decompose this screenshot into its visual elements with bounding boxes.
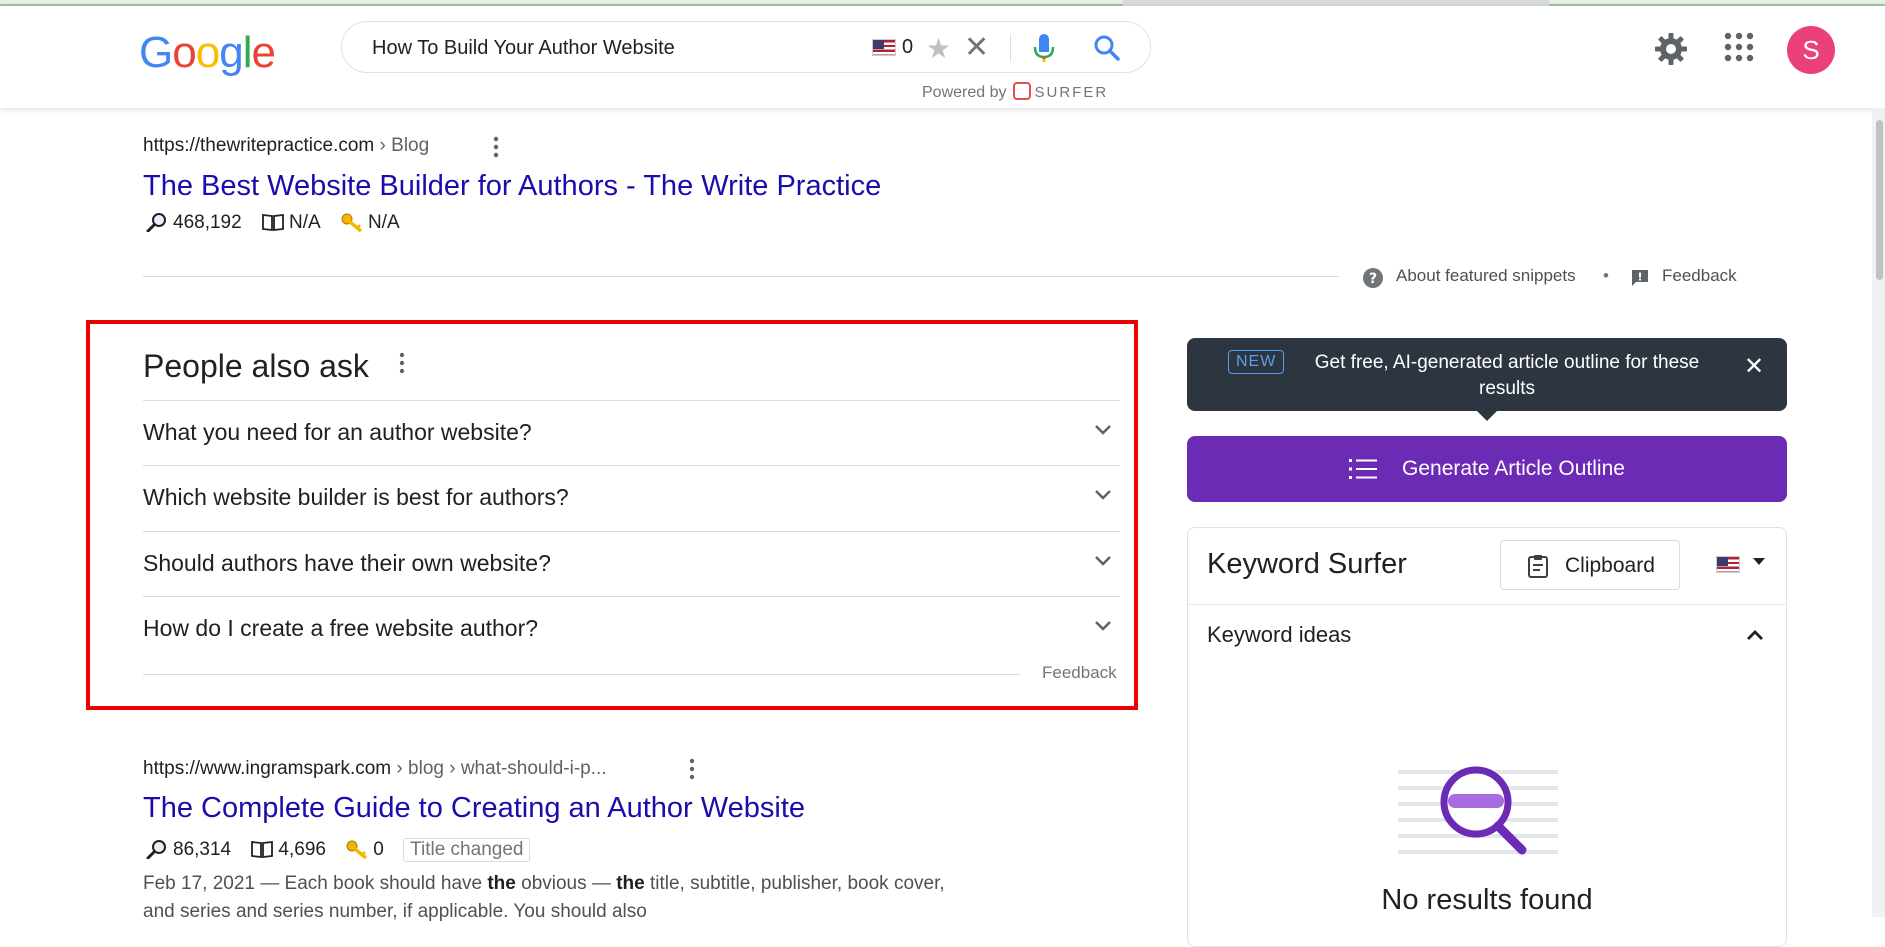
- search-header: Google 0 ★ ✕ Powered by SURFER: [0, 6, 1885, 108]
- feedback-icon[interactable]: [1630, 268, 1650, 288]
- star-icon[interactable]: ★: [926, 32, 951, 65]
- result1-cite[interactable]: https://thewritepractice.com › Blog: [143, 135, 429, 157]
- chevron-down-icon[interactable]: [1092, 550, 1114, 572]
- no-results-magnifier-icon: [1398, 766, 1558, 855]
- google-logo[interactable]: Google: [139, 28, 276, 78]
- result1-url: https://thewritepractice.com: [143, 135, 375, 156]
- logo-letter: g: [219, 28, 244, 77]
- chevron-down-icon[interactable]: [1092, 615, 1114, 637]
- book-icon: [262, 213, 284, 232]
- snippet-highlight: the: [487, 873, 516, 894]
- key-icon: [341, 213, 363, 232]
- clipboard-label: Clipboard: [1565, 554, 1655, 577]
- result2-cite[interactable]: https://www.ingramspark.com › blog › wha…: [143, 758, 607, 780]
- country-flag-icon[interactable]: [1716, 556, 1740, 573]
- list-icon: [1349, 459, 1377, 479]
- paa-question-row[interactable]: Which website builder is best for author…: [143, 465, 1120, 530]
- outline-promo-tooltip: NEW Get free, AI-generated article outli…: [1187, 338, 1787, 421]
- paa-bottom-divider: [143, 674, 1020, 675]
- result2-pages: 4,696: [278, 839, 326, 860]
- paa-question: Which website builder is best for author…: [143, 484, 569, 510]
- search-box[interactable]: 0 ★ ✕: [341, 21, 1151, 73]
- paa-feedback-link[interactable]: Feedback: [1042, 663, 1117, 683]
- result1-more-icon[interactable]: [492, 136, 500, 158]
- close-tooltip-icon[interactable]: ✕: [1744, 352, 1764, 381]
- surfer-brand: SURFER: [1034, 84, 1109, 101]
- result2-date: Feb 17, 2021: [143, 873, 255, 894]
- clipboard-icon: [1528, 555, 1548, 578]
- search-input[interactable]: [372, 35, 872, 61]
- new-badge: NEW: [1228, 350, 1285, 374]
- search-icon[interactable]: [1092, 33, 1122, 63]
- paa-title: People also ask: [143, 348, 369, 384]
- result2-snippet: Feb 17, 2021 — Each book should have the…: [143, 870, 945, 898]
- svg-text:?: ?: [1369, 271, 1377, 287]
- magnifier-icon: [146, 840, 166, 859]
- result1-metrics: 468,192 N/A N/A: [145, 212, 414, 234]
- logo-letter: G: [139, 28, 173, 77]
- snippet-text: — Each book should have: [254, 873, 488, 894]
- result1-pages: N/A: [288, 212, 321, 233]
- magnifier-icon: [146, 213, 166, 232]
- keyword-ideas-heading[interactable]: Keyword ideas: [1207, 622, 1351, 648]
- search-divider: [1010, 34, 1011, 62]
- search-count: 0: [902, 36, 914, 58]
- panel-divider: [1188, 604, 1786, 605]
- snippet-text: title, subtitle, publisher, book cover,: [644, 873, 945, 894]
- keyword-surfer-panel: Keyword Surfer Clipboard Keyword ideas N…: [1187, 527, 1787, 947]
- snippet-divider: [143, 276, 1339, 277]
- powered-by-surfer[interactable]: Powered by SURFER: [922, 82, 1108, 102]
- powered-by-label: Powered by: [922, 84, 1007, 101]
- result2-breadcrumb: › blog › what-should-i-p...: [396, 758, 607, 779]
- about-featured-snippets-link[interactable]: About featured snippets: [1396, 266, 1576, 286]
- result1-breadcrumb: › Blog: [379, 135, 430, 156]
- keyword-surfer-title: Keyword Surfer: [1207, 548, 1407, 580]
- logo-letter: o: [172, 28, 197, 77]
- paa-question-row[interactable]: What you need for an author website?: [143, 400, 1120, 465]
- logo-letter: o: [195, 28, 221, 77]
- paa-question: What you need for an author website?: [143, 419, 532, 445]
- paa-question: How do I create a free website author?: [143, 615, 539, 641]
- key-icon: [346, 840, 368, 859]
- result2-snippet-line2: and series and series number, if applica…: [143, 901, 647, 922]
- result1-volume: 468,192: [173, 212, 242, 233]
- surfer-logo-icon: [1012, 82, 1031, 100]
- result1-keys: N/A: [367, 212, 400, 233]
- logo-letter: e: [251, 28, 276, 77]
- tooltip-text: Get free, AI-generated article outline f…: [1314, 352, 1700, 399]
- clear-search-icon[interactable]: ✕: [964, 30, 989, 65]
- generate-button-label: Generate Article Outline: [1402, 457, 1625, 480]
- result2-url: https://www.ingramspark.com: [143, 758, 392, 779]
- result2-keys: 0: [373, 839, 384, 860]
- no-results-text: No results found: [1381, 884, 1593, 916]
- chevron-down-icon[interactable]: [1092, 419, 1114, 441]
- result2-metrics: 86,314 4,696 0 Title changed: [145, 838, 531, 862]
- result2-more-icon[interactable]: [688, 758, 696, 780]
- help-icon[interactable]: ?: [1362, 267, 1384, 289]
- clipboard-button[interactable]: Clipboard: [1500, 540, 1680, 590]
- chevron-up-icon[interactable]: [1744, 624, 1766, 646]
- paa-question: Should authors have their own website?: [143, 550, 551, 576]
- caret-down-icon[interactable]: [1753, 558, 1765, 565]
- chevron-down-icon[interactable]: [1092, 484, 1114, 506]
- settings-gear-icon[interactable]: [1654, 32, 1688, 66]
- paa-more-icon[interactable]: [398, 352, 406, 374]
- paa-question-row[interactable]: How do I create a free website author?: [143, 596, 1120, 661]
- result1-title-link[interactable]: The Best Website Builder for Authors - T…: [143, 170, 881, 203]
- snippet-highlight: the: [616, 873, 645, 894]
- generate-article-outline-button[interactable]: Generate Article Outline: [1187, 436, 1787, 502]
- result2-volume: 86,314: [173, 839, 232, 860]
- microphone-icon[interactable]: [1032, 32, 1056, 64]
- snippet-feedback-link[interactable]: Feedback: [1662, 266, 1737, 286]
- snippet-text: obvious —: [515, 873, 617, 894]
- snippet-bullet: •: [1603, 266, 1609, 285]
- title-changed-badge: Title changed: [403, 838, 531, 862]
- book-icon: [251, 840, 274, 859]
- account-avatar[interactable]: S: [1787, 26, 1835, 74]
- paa-question-row[interactable]: Should authors have their own website?: [143, 531, 1120, 596]
- apps-grid-icon[interactable]: [1724, 32, 1754, 62]
- scrollbar-thumb[interactable]: [1876, 120, 1883, 280]
- us-flag-icon[interactable]: [872, 39, 896, 56]
- result2-title-link[interactable]: The Complete Guide to Creating an Author…: [143, 792, 805, 825]
